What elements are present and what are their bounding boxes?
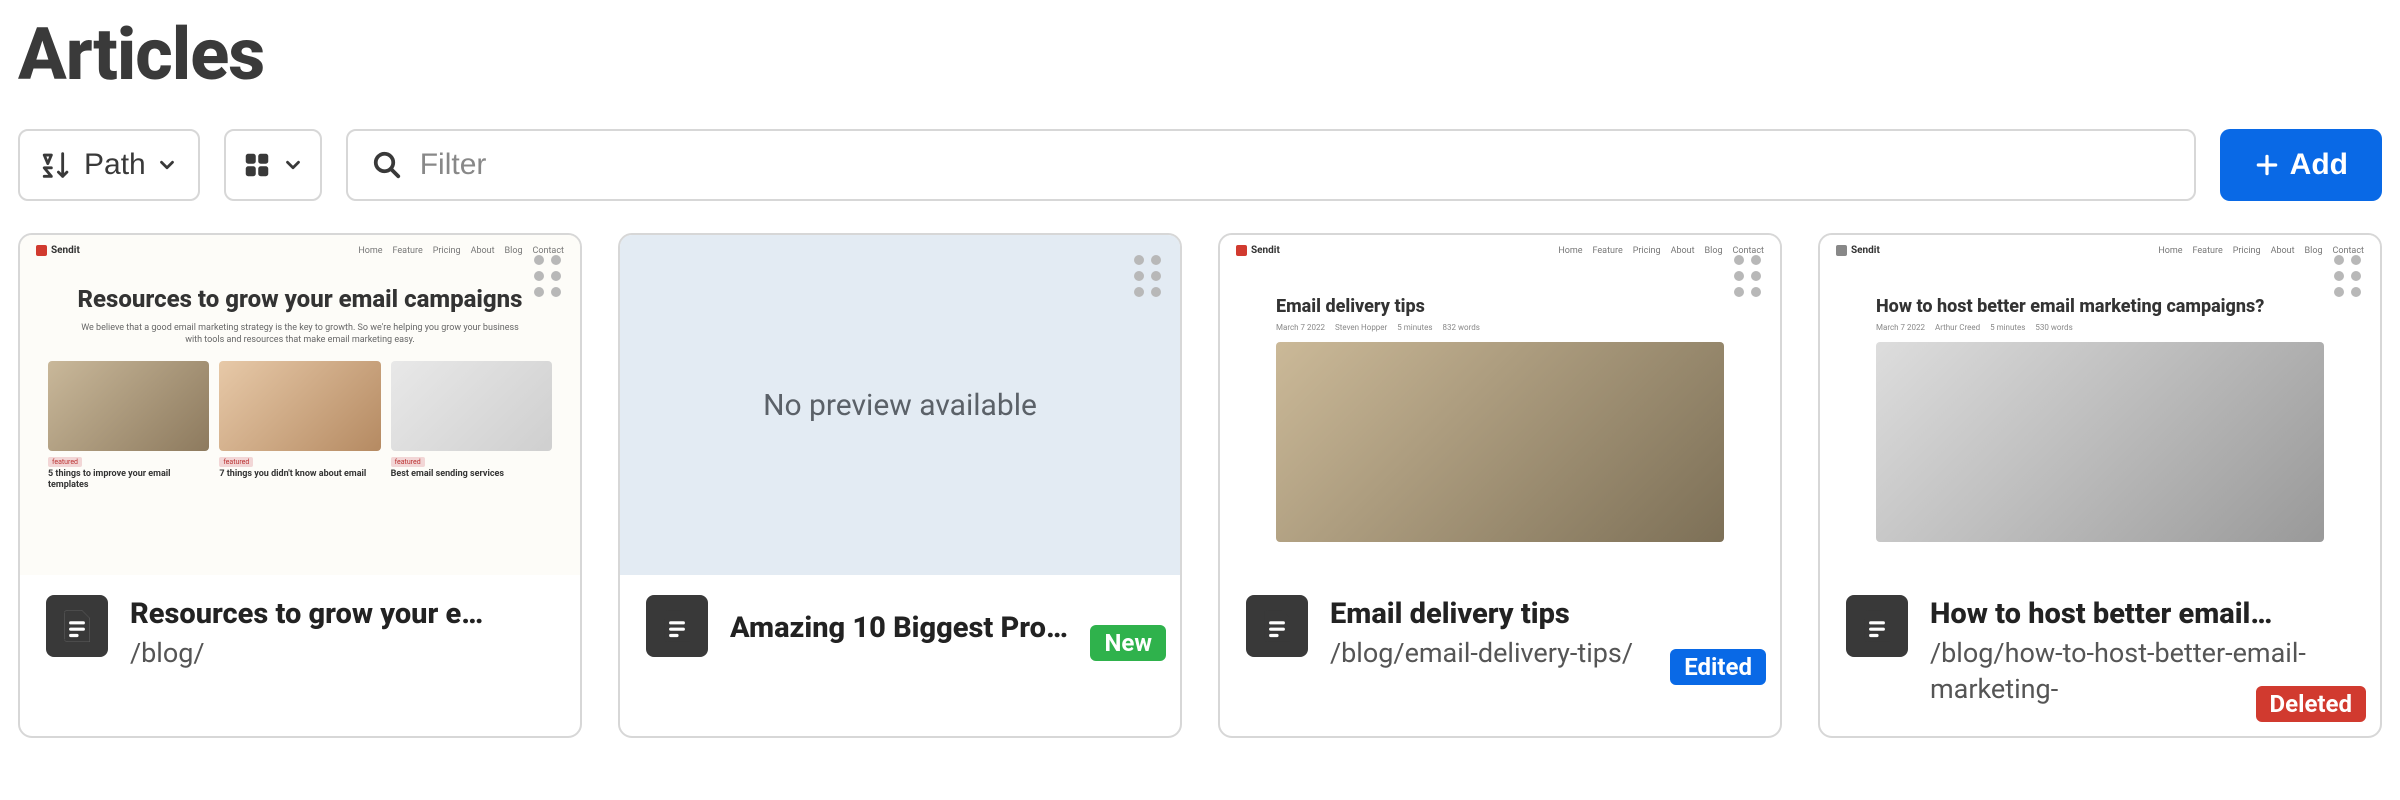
- sort-label: Path: [84, 148, 146, 182]
- document-icon: [1246, 595, 1308, 657]
- article-card[interactable]: Sendit HomeFeaturePricingAboutBlogContac…: [1218, 233, 1782, 738]
- page-title: Articles: [18, 12, 2382, 97]
- article-thumbnail: Sendit HomeFeaturePricingAboutBlogContac…: [1220, 235, 1780, 575]
- view-mode-dropdown[interactable]: [224, 129, 322, 201]
- article-card-footer: Resources to grow your e… /blog/: [20, 575, 580, 699]
- filter-input[interactable]: [420, 148, 2170, 182]
- article-card-footer: Amazing 10 Biggest Pro… New: [620, 575, 1180, 675]
- document-icon: [646, 595, 708, 657]
- article-card-footer: How to host better email… /blog/how-to-h…: [1820, 575, 2380, 736]
- toolbar: Path Add: [18, 129, 2382, 201]
- drag-handle-icon[interactable]: [1734, 255, 1762, 297]
- chevron-down-icon: [156, 154, 178, 176]
- article-path: /blog/: [130, 635, 556, 671]
- filter-field[interactable]: [346, 129, 2196, 201]
- add-label: Add: [2290, 148, 2348, 182]
- article-title: Resources to grow your e…: [130, 597, 556, 631]
- article-card[interactable]: Sendit HomeFeaturePricingAboutBlogContac…: [18, 233, 582, 738]
- drag-handle-icon[interactable]: [1134, 255, 1162, 297]
- article-title: Email delivery tips: [1330, 597, 1756, 631]
- document-icon: [46, 595, 108, 657]
- plus-icon: [2254, 152, 2280, 178]
- article-thumbnail: Sendit HomeFeaturePricingAboutBlogContac…: [1820, 235, 2380, 575]
- article-thumbnail: Sendit HomeFeaturePricingAboutBlogContac…: [20, 235, 580, 575]
- drag-handle-icon[interactable]: [534, 255, 562, 297]
- add-button[interactable]: Add: [2220, 129, 2382, 201]
- article-thumbnail: No preview available: [620, 235, 1180, 575]
- search-icon: [372, 150, 402, 180]
- article-card[interactable]: No preview available Amazing 10 Biggest …: [618, 233, 1182, 738]
- article-card[interactable]: Sendit HomeFeaturePricingAboutBlogContac…: [1818, 233, 2382, 738]
- status-badge: New: [1090, 625, 1166, 661]
- sort-alpha-icon: [40, 148, 74, 182]
- article-title: How to host better email…: [1930, 597, 2356, 631]
- status-badge: Deleted: [2256, 686, 2366, 722]
- article-grid: Sendit HomeFeaturePricingAboutBlogContac…: [18, 233, 2382, 738]
- sort-dropdown[interactable]: Path: [18, 129, 200, 201]
- drag-handle-icon[interactable]: [2334, 255, 2362, 297]
- chevron-down-icon: [282, 154, 304, 176]
- grid-icon: [242, 150, 272, 180]
- document-icon: [1846, 595, 1908, 657]
- article-card-footer: Email delivery tips /blog/email-delivery…: [1220, 575, 1780, 699]
- no-preview-text: No preview available: [763, 388, 1037, 423]
- status-badge: Edited: [1670, 649, 1766, 685]
